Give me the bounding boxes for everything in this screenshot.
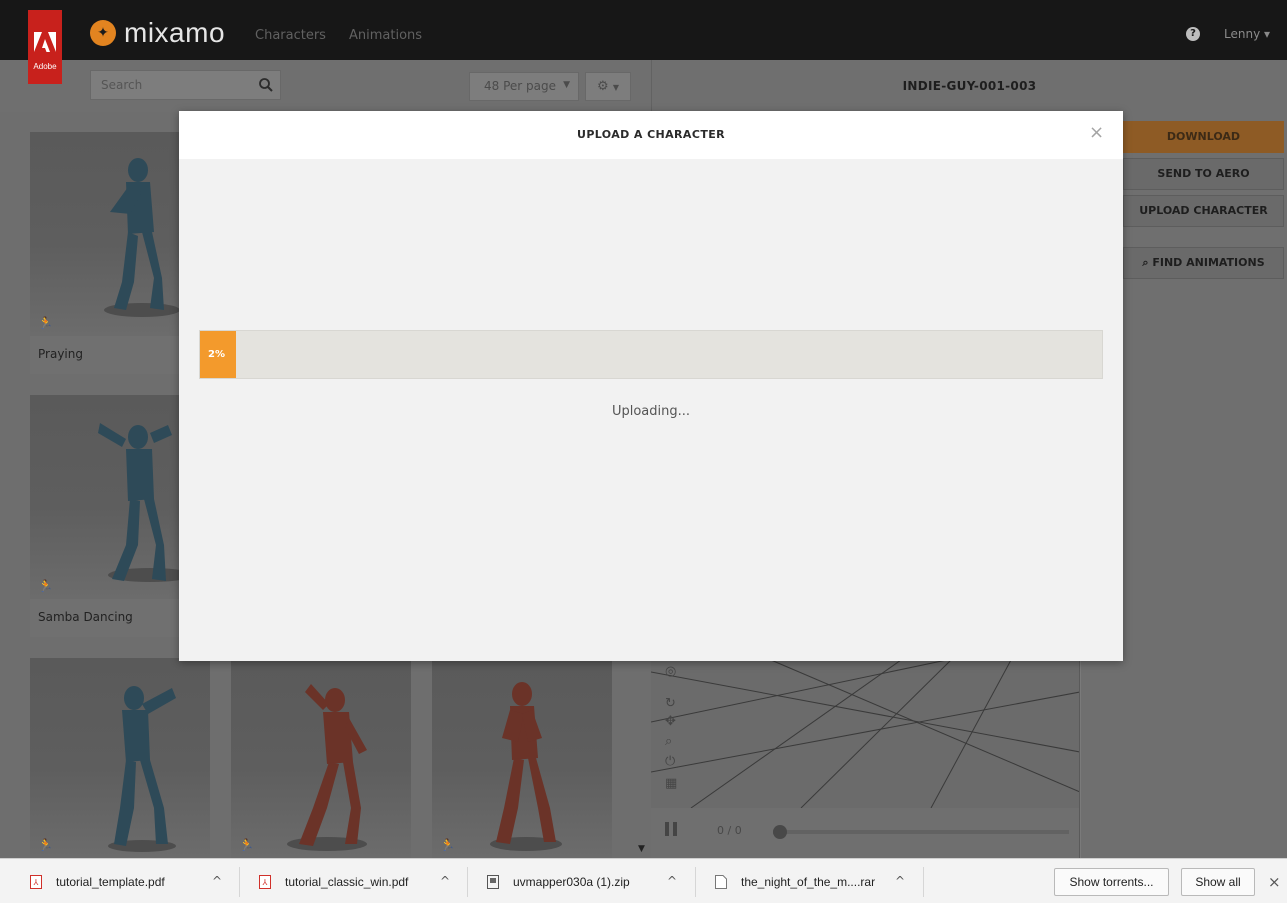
scrub-track[interactable] xyxy=(773,830,1069,834)
nav-animations[interactable]: Animations xyxy=(349,28,422,43)
caret-down-icon: ▼ xyxy=(612,83,619,92)
playback-bar: 0 / 0 xyxy=(651,808,1079,858)
chevron-up-icon[interactable]: ^ xyxy=(667,874,677,888)
send-to-aero-button[interactable]: SEND TO AERO xyxy=(1123,158,1284,190)
svg-text:⅄: ⅄ xyxy=(33,878,39,887)
user-name: Lenny xyxy=(1224,27,1261,41)
adobe-badge[interactable]: Adobe xyxy=(28,10,62,84)
progress-fill: 2% xyxy=(200,331,236,378)
mixamo-logo-text: mixamo xyxy=(124,17,226,48)
download-button[interactable]: DOWNLOAD xyxy=(1123,121,1284,153)
modal-header: UPLOAD A CHARACTER × xyxy=(179,111,1123,159)
animation-thumbnail: 🏃 xyxy=(30,658,210,858)
download-item[interactable]: ⅄ tutorial_classic_win.pdf xyxy=(259,859,408,903)
search-box xyxy=(90,70,281,100)
nav-characters[interactable]: Characters xyxy=(255,28,326,43)
modal-title: UPLOAD A CHARACTER xyxy=(576,128,726,141)
running-figure-icon: 🏃 xyxy=(38,316,53,330)
find-animations-label: FIND ANIMATIONS xyxy=(1152,256,1265,269)
download-item[interactable]: uvmapper030a (1).zip xyxy=(487,859,630,903)
svg-text:⅄: ⅄ xyxy=(262,878,268,887)
animation-card[interactable]: 🏃 xyxy=(432,658,612,858)
chevron-down-icon: ▾ xyxy=(1264,27,1271,41)
character-figure xyxy=(108,686,176,852)
animation-card[interactable]: 🏃 xyxy=(231,658,411,858)
rotate-icon[interactable]: ↻ xyxy=(665,696,676,711)
close-icon[interactable]: × xyxy=(1089,124,1104,142)
search-icon[interactable] xyxy=(258,77,274,93)
top-navbar: ✦ mixamo Characters Animations ? Lenny ▾ xyxy=(0,0,1287,60)
download-item[interactable]: ⅄ tutorial_template.pdf xyxy=(30,859,165,903)
upload-character-modal: UPLOAD A CHARACTER × 2% Uploading... xyxy=(179,111,1123,661)
zip-file-icon xyxy=(487,874,499,889)
animation-thumbnail: 🏃 xyxy=(231,658,411,858)
find-animations-button[interactable]: ⌕ FIND ANIMATIONS xyxy=(1123,247,1284,279)
upload-status-text: Uploading... xyxy=(611,404,691,419)
scrub-handle[interactable] xyxy=(773,825,787,839)
animation-card[interactable]: 🏃 xyxy=(30,658,210,858)
power-icon[interactable]: ⏻ xyxy=(665,754,675,769)
running-figure-icon: 🏃 xyxy=(239,838,254,852)
film-icon[interactable]: ▦ xyxy=(665,776,677,791)
file-icon xyxy=(715,874,727,889)
download-item[interactable]: the_night_of_the_m....rar xyxy=(715,859,875,903)
frame-counter: 0 / 0 xyxy=(717,824,742,837)
divider xyxy=(923,867,924,897)
running-figure-icon: 🏃 xyxy=(38,838,53,852)
search-icon: ⌕ xyxy=(1142,256,1149,269)
adobe-logo-icon xyxy=(34,32,56,52)
mixamo-logo-icon: ✦ xyxy=(90,20,116,46)
upload-progress-bar: 2% xyxy=(199,330,1103,379)
scroll-down-icon[interactable]: ▼ xyxy=(638,844,645,854)
user-menu[interactable]: Lenny ▾ xyxy=(1224,27,1270,41)
per-page-value: 48 Per page xyxy=(484,79,556,93)
zoom-icon[interactable]: ⌕ xyxy=(665,734,672,749)
download-shelf: ⅄ tutorial_template.pdf ^ ⅄ tutorial_cla… xyxy=(0,858,1287,903)
upload-character-button[interactable]: UPLOAD CHARACTER xyxy=(1123,195,1284,227)
divider xyxy=(467,867,468,897)
caret-down-icon: ▼ xyxy=(563,80,570,90)
settings-dropdown-button[interactable]: ⚙ ▼ xyxy=(585,72,631,101)
per-page-select[interactable]: 48 Per page ▼ xyxy=(469,72,579,101)
download-filename: tutorial_template.pdf xyxy=(56,874,165,889)
divider xyxy=(239,867,240,897)
camera-icon[interactable]: ◎ xyxy=(665,664,676,679)
close-icon[interactable]: × xyxy=(1268,873,1281,891)
pdf-file-icon: ⅄ xyxy=(259,874,271,889)
pause-icon[interactable] xyxy=(665,822,679,836)
pdf-file-icon: ⅄ xyxy=(30,874,42,889)
divider xyxy=(695,867,696,897)
running-figure-icon: 🏃 xyxy=(38,579,53,593)
download-filename: uvmapper030a (1).zip xyxy=(513,874,630,889)
character-figure xyxy=(287,684,367,851)
download-filename: tutorial_classic_win.pdf xyxy=(285,874,409,889)
adobe-badge-label: Adobe xyxy=(33,62,57,71)
show-torrents-button[interactable]: Show torrents... xyxy=(1054,868,1169,896)
search-input[interactable] xyxy=(91,71,251,99)
help-icon[interactable]: ? xyxy=(1186,27,1200,41)
character-figure xyxy=(490,682,562,851)
running-figure-icon: 🏃 xyxy=(440,838,455,852)
show-all-button[interactable]: Show all xyxy=(1181,868,1255,896)
chevron-up-icon[interactable]: ^ xyxy=(440,874,450,888)
gear-icon: ⚙ xyxy=(597,79,609,94)
download-filename: the_night_of_the_m....rar xyxy=(741,874,876,889)
chevron-up-icon[interactable]: ^ xyxy=(895,874,905,888)
pan-icon[interactable]: ✥ xyxy=(665,714,676,729)
chevron-up-icon[interactable]: ^ xyxy=(212,874,222,888)
animation-thumbnail: 🏃 xyxy=(432,658,612,858)
mixamo-logo[interactable]: ✦ mixamo xyxy=(90,17,226,48)
character-name: INDIE-GUY-001-003 xyxy=(651,60,1287,112)
